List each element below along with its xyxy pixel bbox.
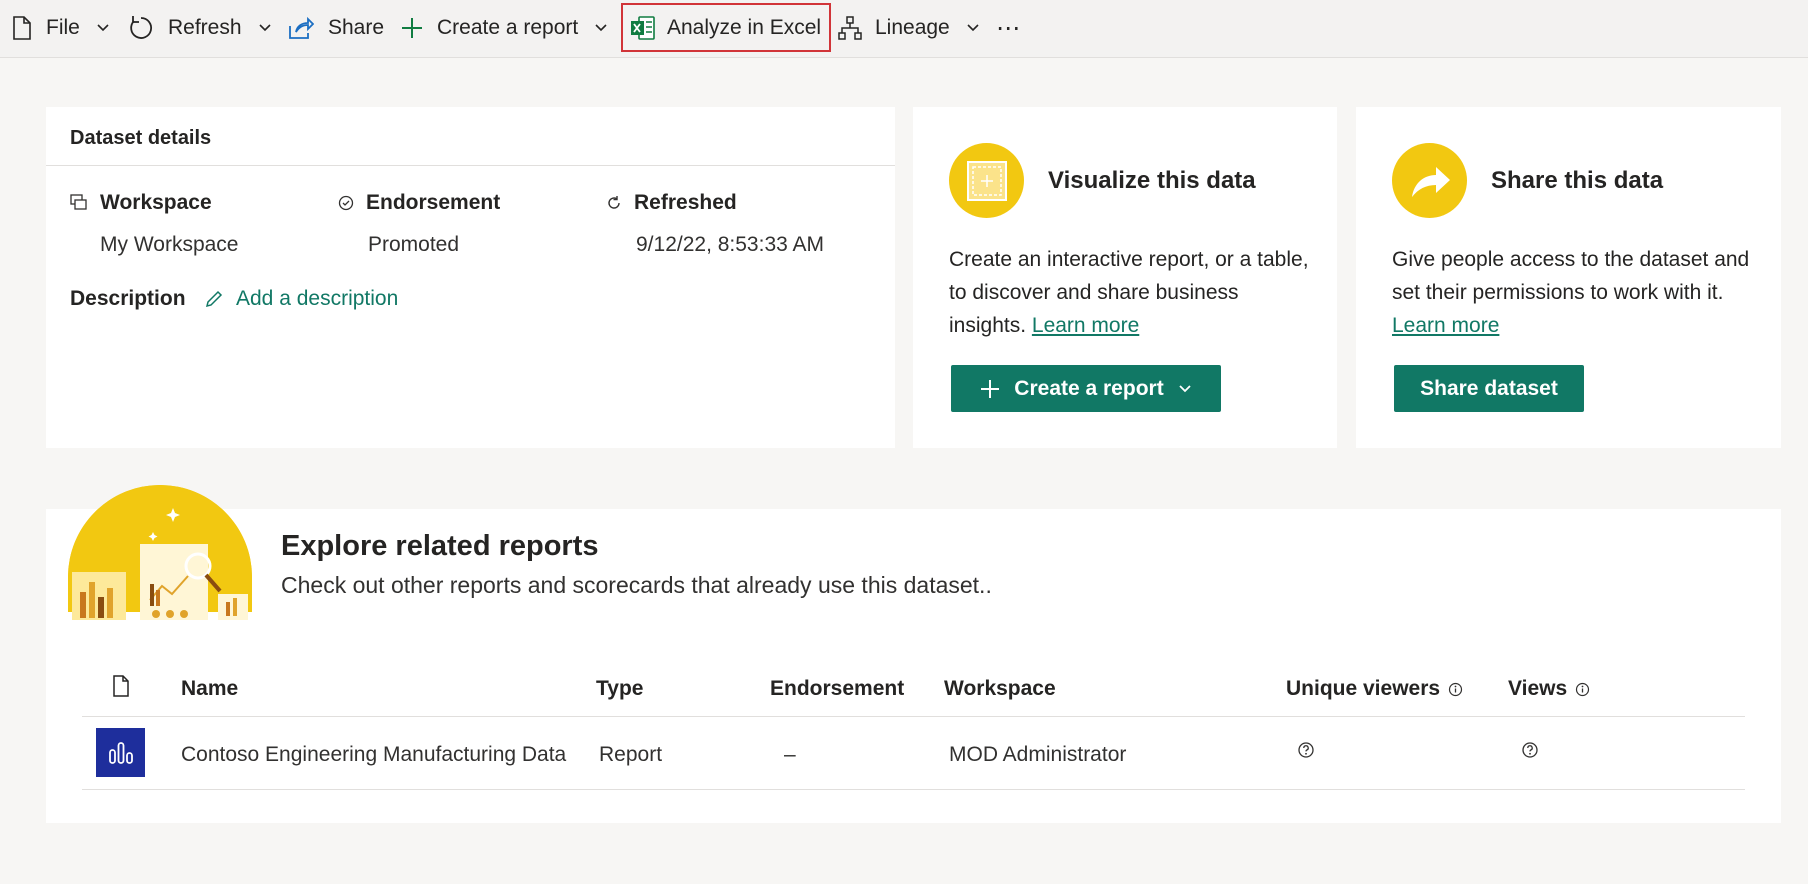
- column-header-unique-viewers[interactable]: Unique viewers: [1286, 677, 1463, 701]
- divider: [46, 165, 895, 166]
- unique-viewers-label: Unique viewers: [1286, 677, 1441, 700]
- table-header-divider: [82, 716, 1745, 717]
- endorsement-value: Promoted: [368, 233, 460, 256]
- refreshed-label: Refreshed: [634, 191, 737, 214]
- create-report-label: Create a report: [437, 16, 579, 39]
- share-title: Share this data: [1491, 167, 1664, 194]
- share-label: Share: [328, 16, 385, 39]
- pencil-icon: [204, 289, 224, 309]
- refresh-button[interactable]: Refresh: [128, 10, 272, 46]
- unique-viewers-unknown-icon[interactable]: [1297, 741, 1315, 759]
- share-text: Give people access to the dataset and se…: [1392, 248, 1750, 304]
- views-label: Views: [1508, 677, 1568, 700]
- details-title: Dataset details: [70, 127, 212, 149]
- refresh-label: Refresh: [168, 16, 242, 39]
- description-label: Description: [70, 287, 186, 310]
- explore-related-reports-section: Explore related reports Check out other …: [46, 485, 1781, 823]
- file-menu-button[interactable]: File: [12, 10, 110, 46]
- share-button[interactable]: Share: [288, 10, 384, 46]
- report-endorsement: –: [784, 743, 796, 766]
- share-card: Share this data Give people access to th…: [1356, 107, 1781, 448]
- column-header-views[interactable]: Views: [1508, 677, 1590, 701]
- command-bar: File Refresh Share Create a report Analy…: [0, 0, 1808, 58]
- more-options-button[interactable]: ⋯: [996, 10, 1020, 46]
- explore-title: Explore related reports: [281, 530, 599, 562]
- chevron-down-icon: [594, 23, 608, 33]
- refresh-icon: [128, 15, 154, 41]
- refreshed-meta: Refreshed 9/12/22, 8:53:33 AM: [606, 191, 824, 257]
- report-icon: [96, 728, 145, 777]
- column-header-name[interactable]: Name: [181, 677, 238, 701]
- refresh-small-icon: [606, 195, 622, 211]
- highlight-box: [621, 3, 831, 52]
- column-header-endorsement[interactable]: Endorsement: [770, 677, 904, 701]
- report-type: Report: [599, 743, 663, 766]
- visualize-title: Visualize this data: [1048, 167, 1256, 194]
- share-arrow-icon: [1392, 143, 1467, 218]
- visualize-icon: [949, 143, 1024, 218]
- more-icon: ⋯: [996, 14, 1020, 42]
- info-icon[interactable]: [1448, 682, 1463, 697]
- explore-subtitle: Check out other reports and scorecards t…: [281, 572, 992, 598]
- share-icon: [288, 16, 314, 40]
- chevron-down-icon: [96, 23, 110, 33]
- share-learn-more-link[interactable]: Learn more: [1392, 314, 1499, 337]
- chevron-down-icon: [1178, 384, 1192, 394]
- endorsement-label: Endorsement: [366, 191, 501, 214]
- lineage-label: Lineage: [875, 16, 950, 39]
- plus-icon: [400, 16, 424, 40]
- refreshed-value: 9/12/22, 8:53:33 AM: [636, 233, 824, 256]
- share-body: Give people access to the dataset and se…: [1392, 243, 1767, 342]
- visualize-learn-more-link[interactable]: Learn more: [1032, 314, 1139, 337]
- chevron-down-icon: [966, 23, 980, 33]
- file-icon: [12, 16, 32, 40]
- visualize-body: Create an interactive report, or a table…: [949, 243, 1314, 342]
- lineage-icon: [838, 16, 862, 40]
- workspace-icon: [70, 194, 88, 212]
- report-name-link[interactable]: Contoso Engineering Manufacturing Data: [181, 743, 566, 767]
- workspace-value: My Workspace: [100, 233, 239, 256]
- column-header-type[interactable]: Type: [596, 677, 643, 701]
- table-row-divider: [82, 789, 1745, 790]
- share-dataset-button[interactable]: Share dataset: [1394, 365, 1584, 412]
- visualize-card: Visualize this data Create an interactiv…: [913, 107, 1337, 448]
- create-report-button[interactable]: Create a report: [400, 10, 608, 46]
- column-header-workspace[interactable]: Workspace: [944, 677, 1056, 701]
- file-type-column-icon: [112, 675, 130, 697]
- chevron-down-icon: [258, 23, 272, 33]
- report-workspace: MOD Administrator: [949, 743, 1127, 766]
- info-icon[interactable]: [1575, 682, 1590, 697]
- workspace-meta: Workspace My Workspace: [70, 191, 238, 257]
- views-unknown-icon[interactable]: [1521, 741, 1539, 759]
- dataset-details-card: Dataset details Workspace My Workspace E…: [46, 107, 895, 448]
- reports-illustration: [68, 485, 252, 632]
- endorsement-icon: [338, 195, 354, 211]
- create-report-cta-button[interactable]: Create a report: [951, 365, 1221, 412]
- endorsement-meta: Endorsement Promoted: [338, 191, 500, 257]
- file-label: File: [46, 16, 80, 39]
- add-description-label: Add a description: [236, 287, 399, 310]
- create-report-cta-label: Create a report: [1014, 376, 1164, 400]
- workspace-label: Workspace: [100, 191, 212, 214]
- plus-icon: [980, 379, 1000, 399]
- lineage-button[interactable]: Lineage: [838, 10, 980, 46]
- add-description-link[interactable]: Add a description: [204, 287, 398, 311]
